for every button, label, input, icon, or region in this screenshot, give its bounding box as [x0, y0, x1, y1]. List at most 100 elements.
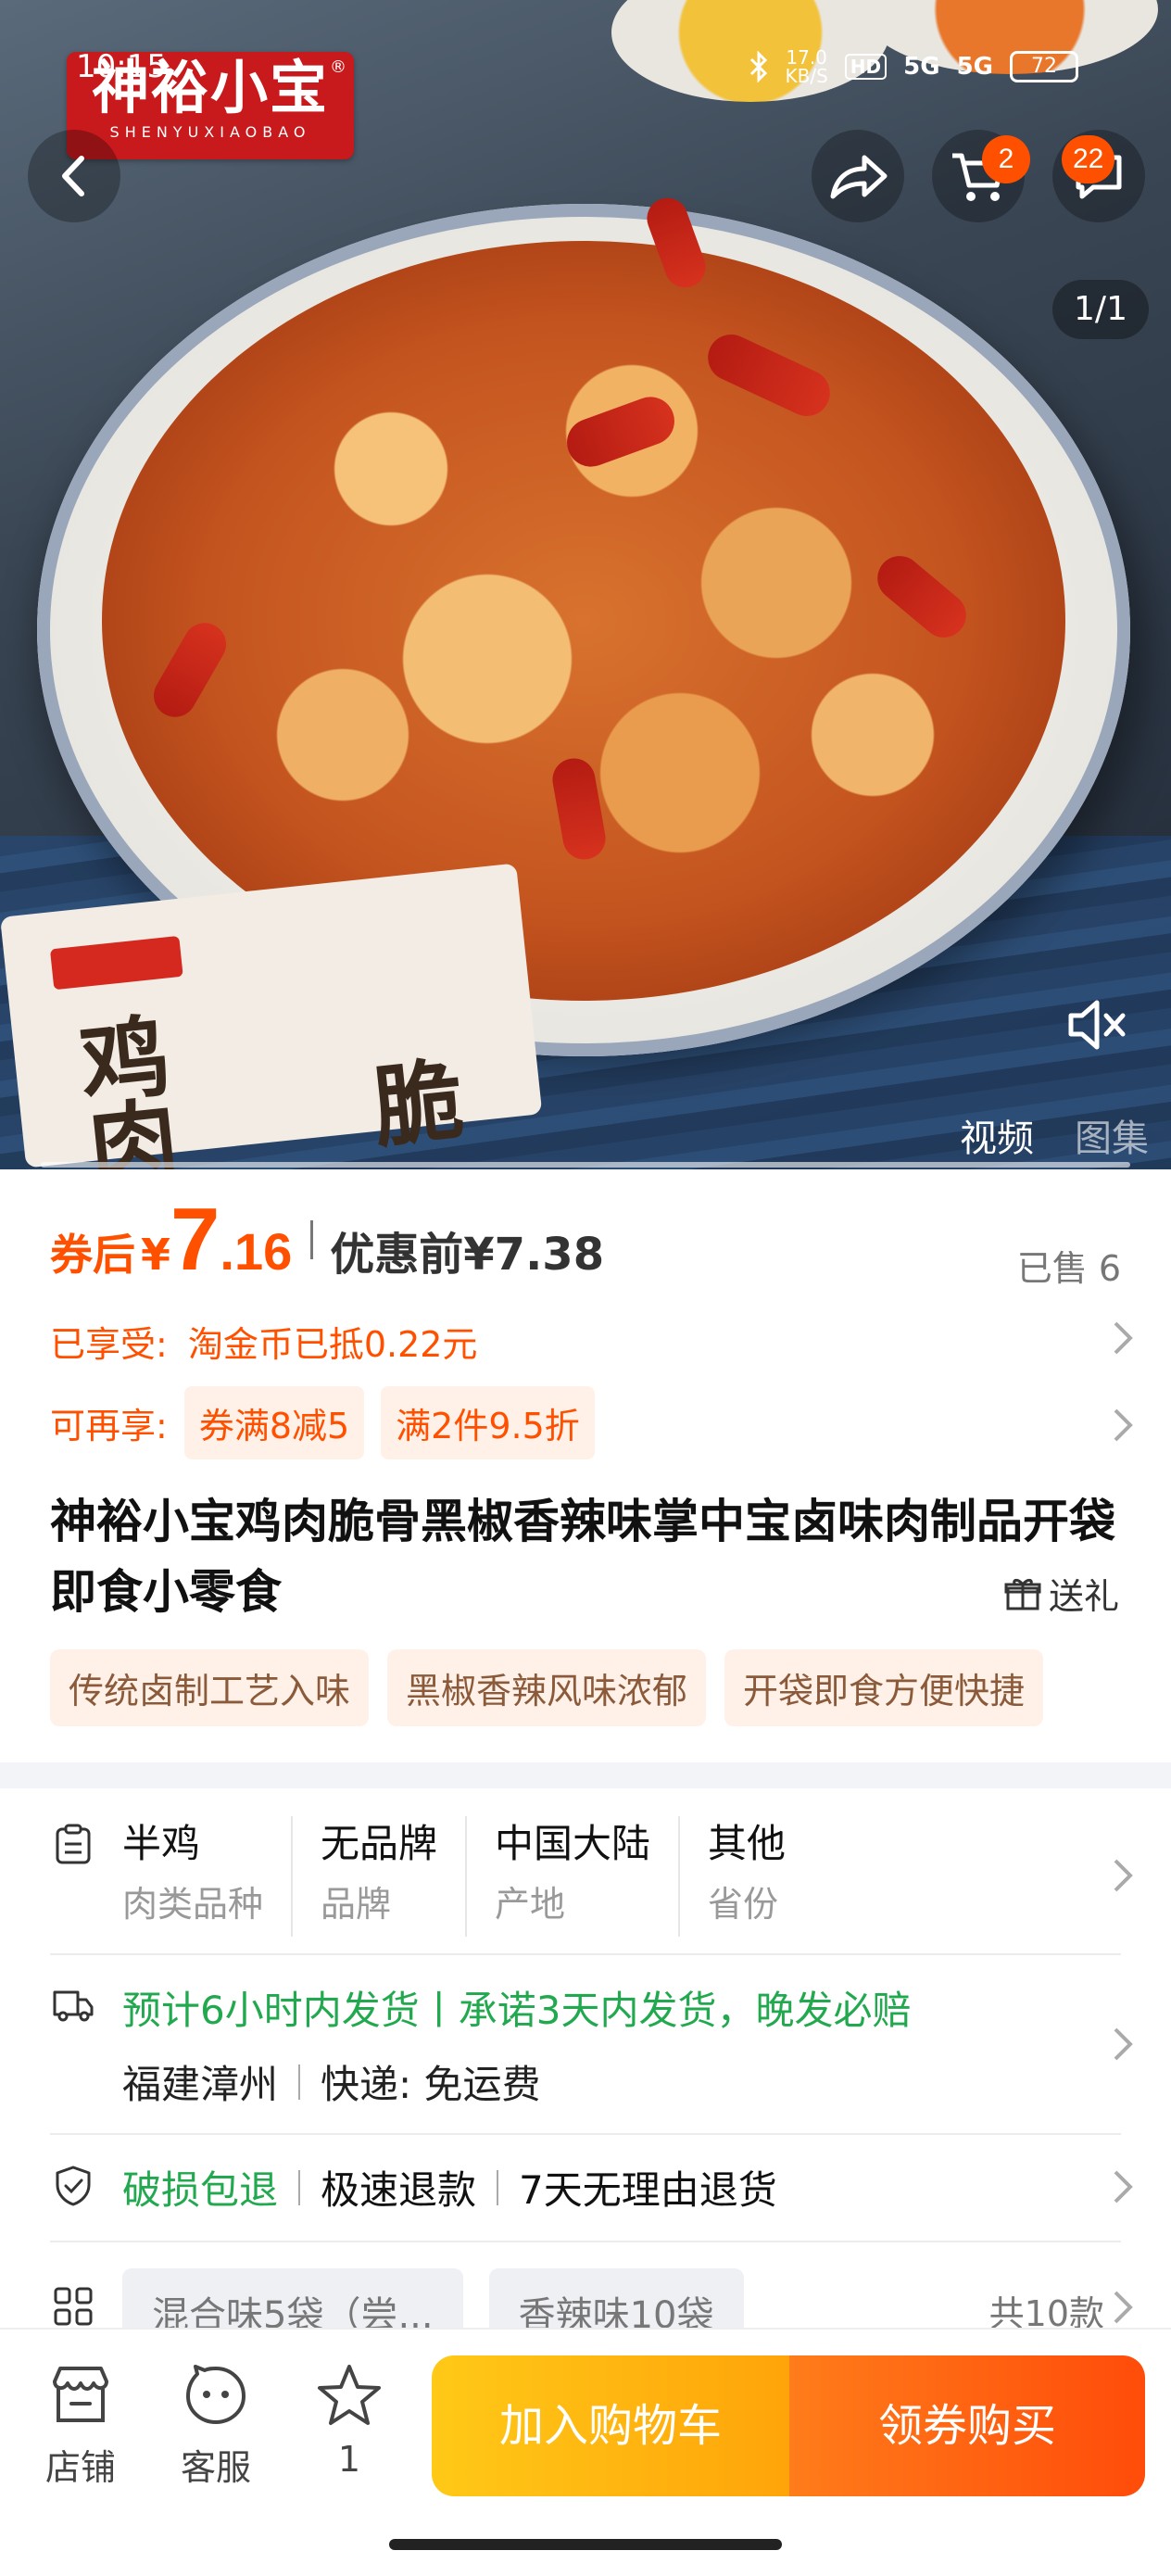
promo-enjoyed-label: 已享受:: [50, 1324, 168, 1365]
attribute-item: 中国大陆 产地: [495, 1816, 681, 1937]
registered-mark: ®: [330, 57, 346, 77]
signal-icon: 5G: [956, 53, 993, 81]
promo-more-label: 可再享:: [50, 1406, 168, 1446]
promo-chip[interactable]: 满2件9.5折: [381, 1386, 595, 1459]
mute-icon[interactable]: [1062, 991, 1128, 1058]
net-speed-unit: KB/S: [785, 65, 828, 87]
price-decimal: .16: [220, 1222, 293, 1281]
price-integer: 7: [170, 1190, 220, 1289]
hd-badge: HD: [844, 54, 888, 80]
attribute-key: 肉类品种: [122, 1884, 264, 1925]
feature-tags: 传统卤制工艺入味 黑椒香辣风味浓郁 开袋即食方便快捷: [50, 1649, 1044, 1726]
shipping-express: 快递: 免运费: [321, 2062, 541, 2107]
store-label: 店铺: [44, 2447, 116, 2488]
share-icon: [830, 155, 888, 199]
product-title: 神裕小宝鸡肉脆骨黑椒香辣味掌中宝卤味肉制品开袋即食小零食: [50, 1495, 1115, 1619]
service-row[interactable]: 破损包退 极速退款 7天无理由退货: [122, 2159, 777, 2216]
chevron-right-icon: [1114, 2027, 1133, 2061]
feature-tag: 开袋即食方便快捷: [724, 1649, 1044, 1726]
share-button[interactable]: [812, 130, 904, 222]
product-package: 鸡 肉 脆: [0, 863, 543, 1169]
bluetooth-icon: [749, 51, 767, 82]
attribute-item: 无品牌 品牌: [321, 1816, 468, 1937]
attribute-item: 其他 省份: [708, 1816, 813, 1937]
price-before-discount: 优惠前¥7.38: [330, 1229, 605, 1281]
attribute-value: 其他: [708, 1821, 787, 1866]
status-icons: 17.0 KB/S HD 5G 5G 72: [749, 48, 1078, 85]
divider: [50, 2241, 1121, 2242]
back-button[interactable]: [28, 130, 120, 222]
tab-gallery[interactable]: 图集: [1075, 1108, 1149, 1162]
divider: [50, 2133, 1121, 2135]
chevron-left-icon: [62, 156, 84, 196]
customer-service-icon: [186, 2365, 246, 2424]
shipping-details: 福建漳州 快递: 免运费: [122, 2053, 541, 2110]
attribute-key: 品牌: [321, 1884, 392, 1925]
price-currency: ¥: [141, 1230, 171, 1280]
promo-enjoyed-value: 淘金币已抵0.22元: [187, 1324, 478, 1365]
signal-icon: 5G: [903, 53, 940, 81]
truck-icon: [53, 1990, 94, 2022]
media-progress-bar: [41, 1162, 1130, 1168]
logo-subtext: SHENYUXIAOBAO: [109, 123, 311, 141]
chevron-right-icon: [1114, 2291, 1133, 2324]
separator: [497, 2169, 499, 2205]
favorite-count: 1: [337, 2439, 361, 2480]
attribute-value: 无品牌: [321, 1821, 438, 1866]
chevron-right-icon: [1114, 1321, 1133, 1355]
add-to-cart-button[interactable]: 加入购物车: [432, 2355, 789, 2496]
claim-coupon-buy-button[interactable]: 领券购买: [789, 2355, 1145, 2496]
service-item: 7天无理由退货: [519, 2167, 777, 2213]
cart-badge: 2: [982, 135, 1030, 183]
chevron-right-icon: [1114, 1859, 1133, 1892]
service-item: 极速退款: [321, 2167, 477, 2213]
customer-service-label: 客服: [180, 2447, 251, 2488]
promo-chip[interactable]: 券满8减5: [183, 1386, 365, 1459]
favorite-button[interactable]: 1: [298, 2363, 400, 2480]
customer-service-button[interactable]: 客服: [165, 2363, 267, 2490]
promo-more-row[interactable]: 可再享: 券满8减5 满2件9.5折: [50, 1386, 595, 1459]
net-speed-value: 17.0: [786, 46, 827, 69]
media-tabs: 视频 图集: [960, 1108, 1149, 1162]
grid-icon: [54, 2287, 93, 2326]
package-char: 脆: [368, 1047, 469, 1161]
star-icon: [318, 2365, 381, 2425]
message-badge: 22: [1062, 135, 1115, 183]
service-item: 破损包退: [122, 2167, 279, 2213]
attribute-value: 中国大陆: [495, 1821, 651, 1866]
chevron-right-icon: [1114, 2170, 1133, 2203]
battery-icon: 72: [1010, 51, 1078, 82]
package-label: [49, 935, 183, 991]
shipping-promise[interactable]: 预计6小时内发货丨承诺3天内发货，晚发必赔: [122, 1979, 911, 2036]
feature-tag: 传统卤制工艺入味: [50, 1649, 370, 1726]
tab-video[interactable]: 视频: [960, 1108, 1034, 1162]
net-speed: 17.0 KB/S: [786, 48, 828, 85]
attribute-row[interactable]: 半鸡 肉类品种 无品牌 品牌 中国大陆 产地 其他 省份: [122, 1816, 841, 1937]
attribute-value: 半鸡: [122, 1821, 201, 1866]
price-label: 券后: [50, 1230, 135, 1280]
separator: [298, 2064, 301, 2100]
chevron-right-icon: [1114, 1408, 1133, 1442]
package-char: 肉: [83, 1086, 183, 1169]
gift-icon: [1004, 1578, 1041, 1610]
price-divider: [310, 1220, 314, 1259]
gift-button[interactable]: 送礼: [1004, 1568, 1119, 1619]
price-row: 券后 ¥ 7 .16 优惠前¥7.38: [50, 1195, 604, 1284]
home-indicator: [389, 2539, 782, 2550]
attribute-key: 产地: [495, 1884, 566, 1925]
promo-enjoyed-row[interactable]: 已享受: 淘金币已抵0.22元: [50, 1316, 477, 1367]
shield-check-icon: [56, 2166, 91, 2206]
feature-tag: 黑椒香辣风味浓郁: [387, 1649, 707, 1726]
store-icon: [53, 2367, 108, 2422]
gift-label: 送礼: [1048, 1576, 1119, 1617]
attribute-item: 半鸡 肉类品种: [122, 1816, 294, 1937]
shipping-origin: 福建漳州: [122, 2062, 279, 2107]
divider: [50, 1953, 1121, 1955]
sold-count: 已售 6: [1016, 1248, 1121, 1289]
separator: [298, 2169, 301, 2205]
image-page-counter: 1/1: [1052, 280, 1149, 339]
attribute-key: 省份: [708, 1884, 779, 1925]
status-time: 10:15: [76, 48, 167, 85]
clipboard-icon: [56, 1824, 91, 1864]
store-button[interactable]: 店铺: [30, 2363, 132, 2490]
